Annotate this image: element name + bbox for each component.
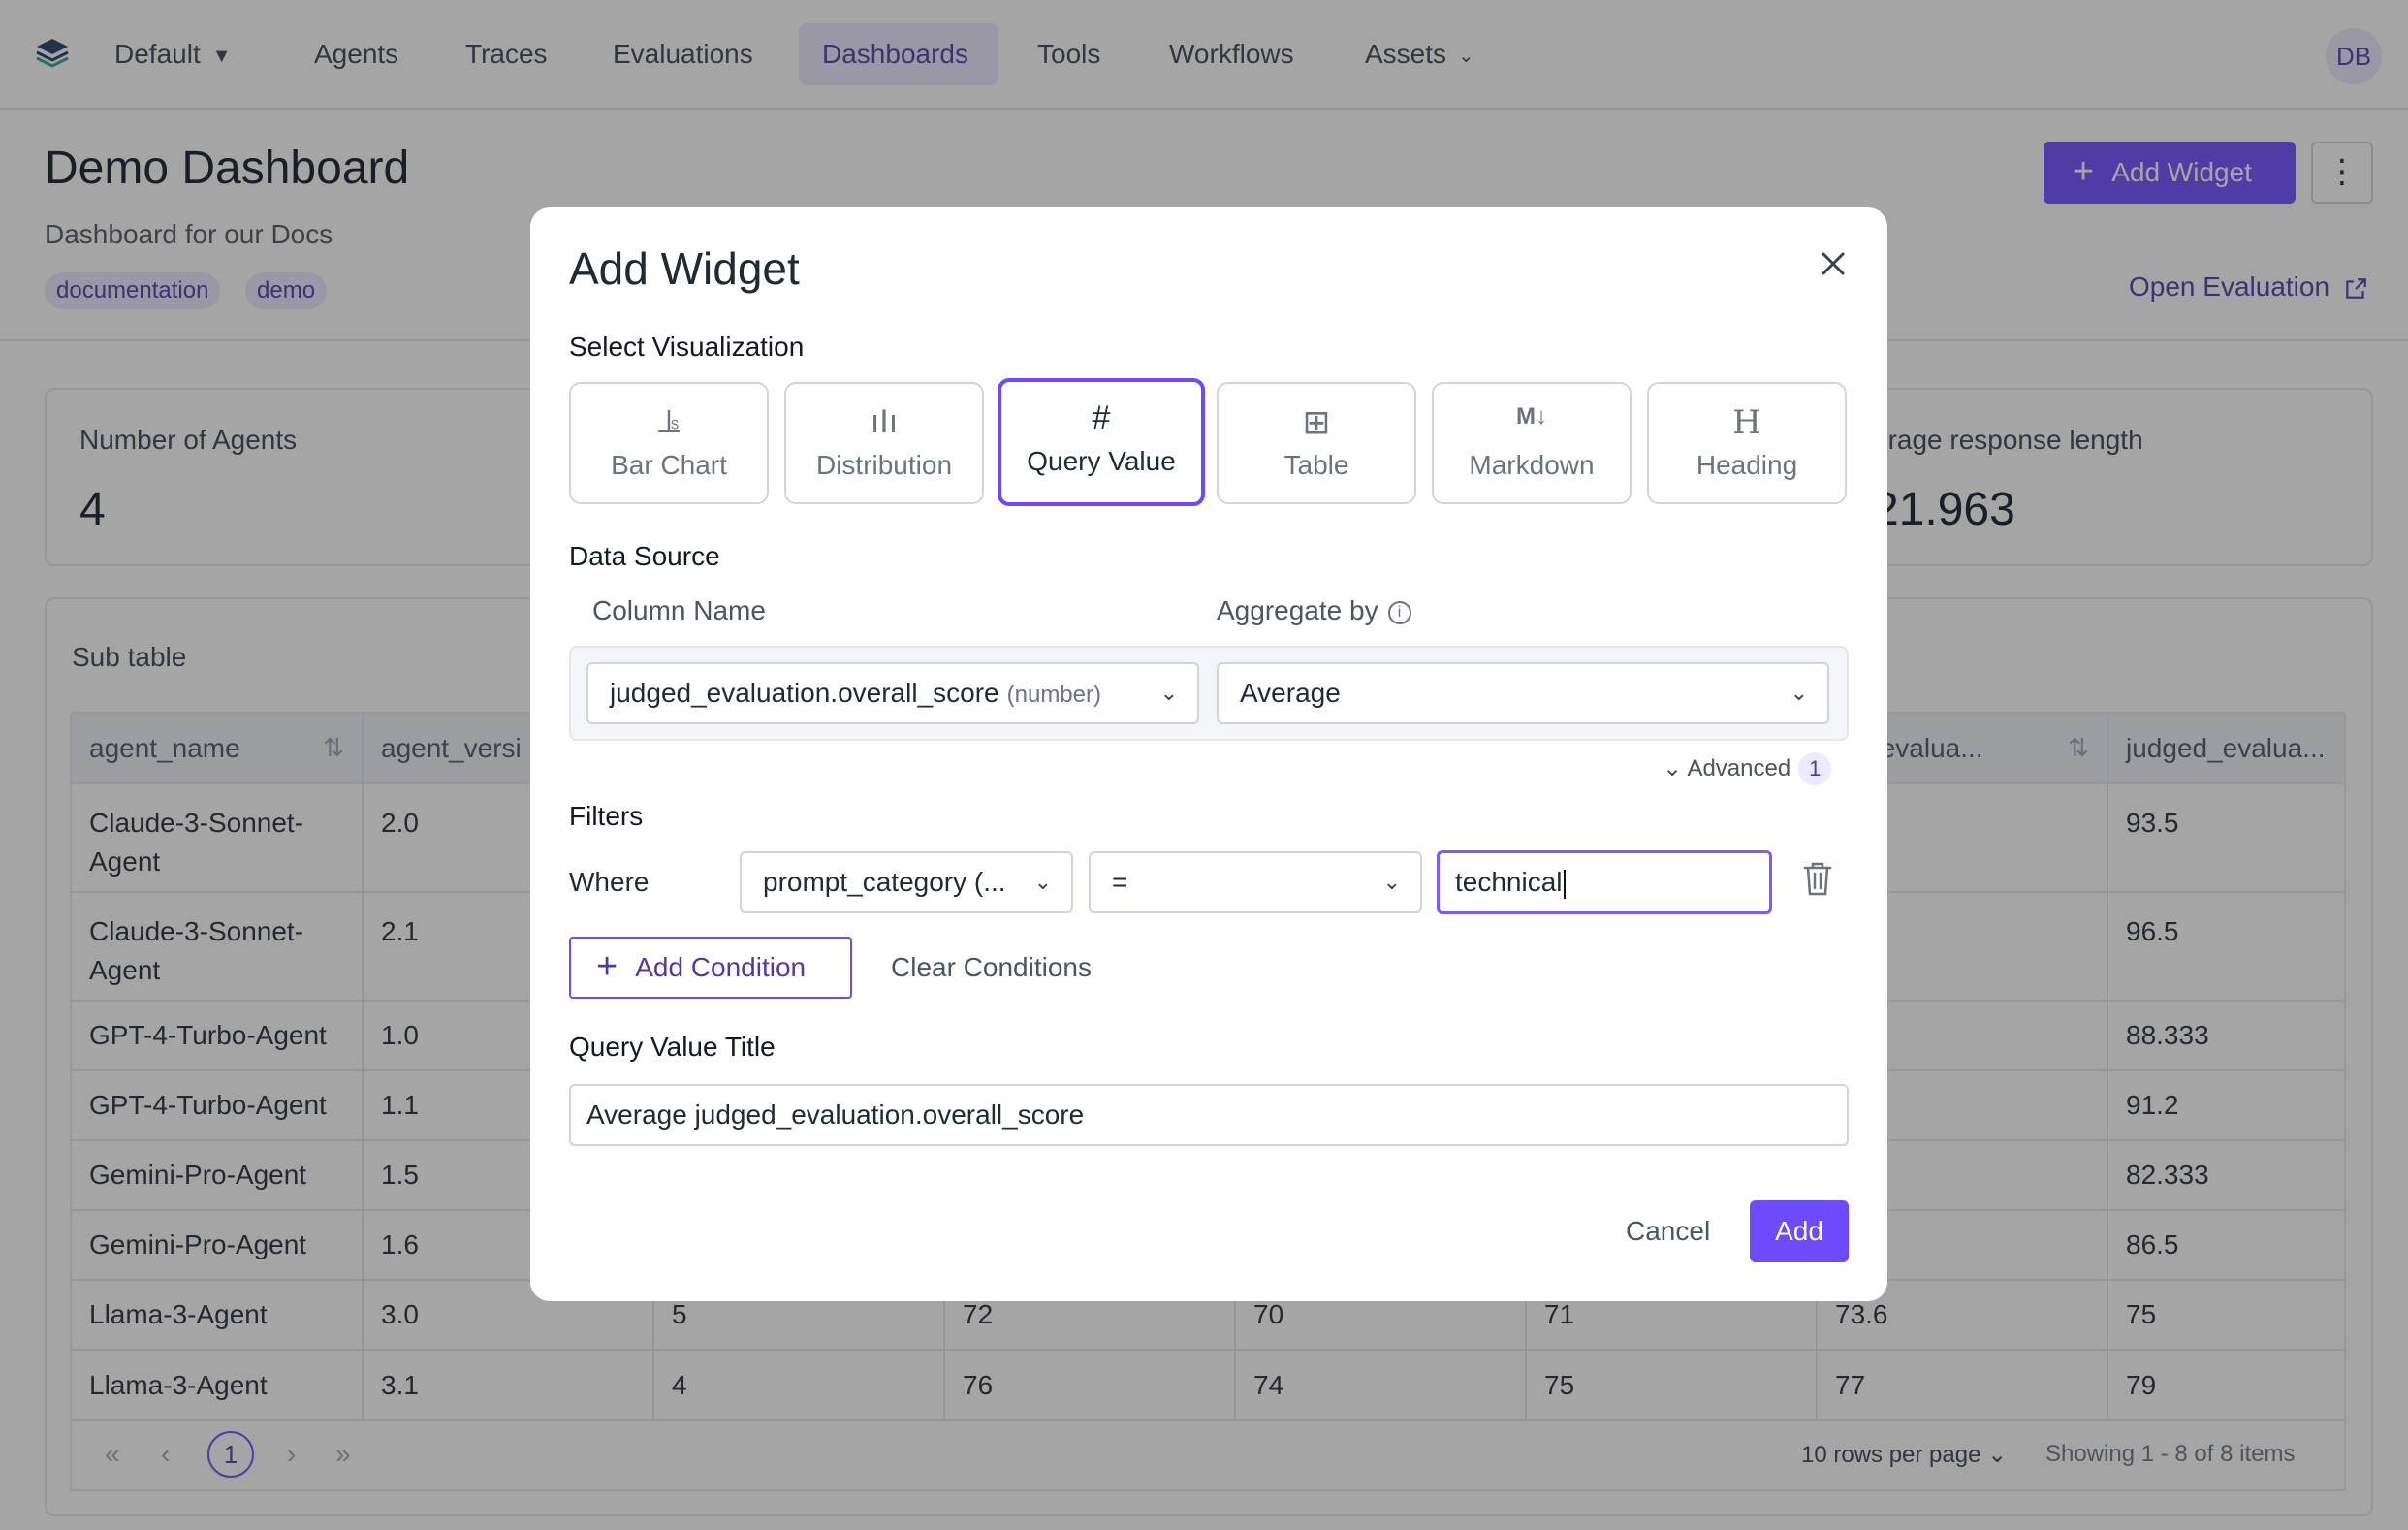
distribution-icon: ıIı (870, 403, 899, 440)
filter-field-select[interactable]: prompt_category (... ⌄ (740, 851, 1073, 913)
advanced-toggle[interactable]: ⌄ Advanced 1 (1663, 752, 1832, 785)
where-label: Where (569, 867, 650, 897)
markdown-icon: M↓ (1516, 403, 1547, 430)
modal-title: Add Widget (569, 243, 800, 294)
chevron-down-icon: ⌄ (1790, 681, 1808, 705)
viz-option-table[interactable]: ⊞ Table (1217, 382, 1416, 504)
viz-option-label: Heading (1695, 450, 1798, 480)
viz-option-query-value[interactable]: # Query Value (998, 378, 1205, 506)
info-icon[interactable]: i (1387, 600, 1411, 624)
aggregate-by-label: Aggregate by i (1217, 595, 1411, 626)
filter-value-input[interactable]: technical (1437, 850, 1772, 914)
query-value-title-input[interactable]: Average judged_evaluation.overall_score (569, 1084, 1849, 1146)
chevron-down-icon: ⌄ (1382, 870, 1401, 894)
viz-option-heading[interactable]: H Heading (1647, 382, 1847, 504)
add-condition-label: Add Condition (635, 952, 807, 982)
viz-option-markdown[interactable]: M↓ Markdown (1432, 382, 1632, 504)
column-name-label: Column Name (592, 595, 766, 625)
aggregate-by-text: Aggregate by (1217, 595, 1378, 625)
query-value-title-label: Query Value Title (569, 1032, 776, 1062)
viz-option-label: Markdown (1469, 450, 1595, 480)
filter-field-value: prompt_category (... (763, 867, 1006, 897)
add-condition-button[interactable]: + Add Condition (569, 937, 852, 999)
cancel-button[interactable]: Cancel (1626, 1216, 1710, 1247)
bar-chart-icon: ⫡ (657, 403, 681, 440)
clear-conditions-button[interactable]: Clear Conditions (891, 952, 1092, 983)
filters-label: Filters (569, 801, 644, 831)
select-visualization-label: Select Visualization (569, 332, 805, 362)
viz-option-label: Distribution (815, 450, 953, 480)
filter-operator-select[interactable]: = ⌄ (1089, 851, 1422, 913)
data-source-box: judged_evaluation.overall_score (number) … (569, 646, 1849, 741)
column-type-hint: (number) (1006, 682, 1101, 708)
column-name-select[interactable]: judged_evaluation.overall_score (number) … (586, 662, 1199, 724)
chevron-down-icon: ⌄ (1663, 755, 1683, 781)
viz-option-label: Table (1283, 450, 1349, 480)
add-widget-modal: Add Widget Select Visualization ⫡ Bar Ch… (530, 207, 1887, 1301)
heading-icon: H (1732, 403, 1761, 442)
table-icon: ⊞ (1302, 404, 1331, 441)
plus-icon: + (596, 945, 618, 987)
aggregate-value: Average (1240, 678, 1341, 708)
chevron-down-icon: ⌄ (1159, 681, 1178, 705)
viz-option-bar-chart[interactable]: ⫡ Bar Chart (569, 382, 769, 504)
add-button[interactable]: Add (1750, 1200, 1849, 1262)
viz-option-label: Bar Chart (611, 450, 727, 480)
viz-option-distribution[interactable]: ıIı Distribution (784, 382, 984, 504)
data-source-label: Data Source (569, 541, 720, 571)
viz-option-label: Query Value (1027, 446, 1176, 476)
filter-operator-value: = (1112, 867, 1128, 897)
text-caret (1563, 869, 1566, 899)
column-name-value: judged_evaluation.overall_score (610, 678, 999, 708)
aggregate-by-select[interactable]: Average ⌄ (1217, 662, 1829, 724)
advanced-count-badge: 1 (1798, 752, 1832, 785)
filter-value-text: technical (1455, 867, 1563, 897)
advanced-label: Advanced (1687, 755, 1791, 781)
hash-icon: # (1092, 399, 1111, 436)
trash-icon[interactable] (1800, 859, 1835, 898)
close-icon[interactable] (1812, 242, 1854, 285)
chevron-down-icon: ⌄ (1033, 870, 1052, 894)
